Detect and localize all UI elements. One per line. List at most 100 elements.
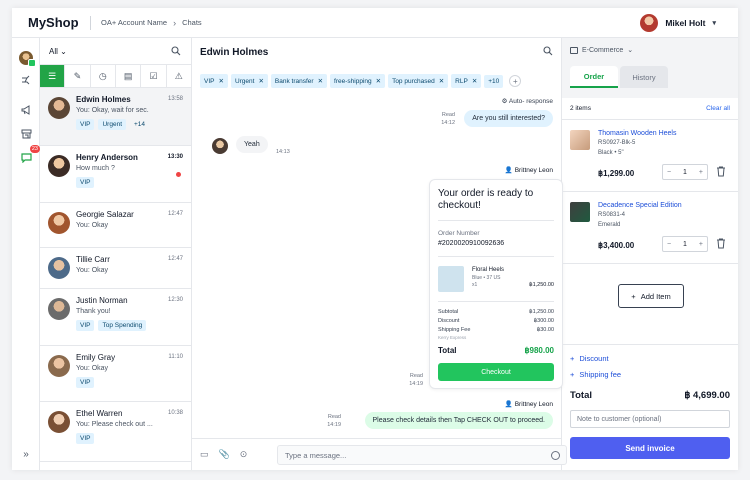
minus-icon[interactable]: − [667,169,671,176]
conversation-panel: Edwin Holmes VIP ✕ Urgent ✕ Bank transfer ✕… [192,38,567,470]
more-tags-chip[interactable]: +10 [484,74,504,88]
contact-name: Emily Gray [76,353,116,362]
read-receipt: Read 14:12 [441,111,455,127]
chat-bubble-icon[interactable]: ▭ [200,449,209,460]
account-avatar[interactable] [18,50,36,67]
clipboard-icon[interactable]: ▤ [116,65,142,87]
contact-name: Tillie Carr [76,255,110,264]
inbox-check-icon[interactable]: ☑ [141,65,167,87]
list-item[interactable]: Emily Gray You: Okay 11:10 VIP [40,346,191,402]
product-name[interactable]: Decadence Special Edition [598,202,682,209]
conversation-title: Edwin Holmes [200,47,269,58]
product-image [570,130,590,150]
chat-icon[interactable]: 23 [18,145,40,166]
conversation-tags: VIP ✕ Urgent ✕ Bank transfer ✕ free-shippin… [200,74,522,88]
search-icon[interactable] [171,46,181,56]
channel-label: E-Commerce [582,46,624,54]
message-preview: You: Okay [76,267,109,274]
avatar [48,298,70,320]
clock-icon[interactable]: ◷ [91,65,116,87]
edit-icon[interactable]: ✎ [65,65,91,87]
trash-icon[interactable] [716,238,726,249]
list-item[interactable]: Edwin Holmes You: Okay, wait for sec. 13… [40,88,191,146]
tag-chip: RLP ✕ [451,74,482,88]
chat-list-header: All ⌄ [40,38,191,64]
list-item[interactable]: Henry Anderson How much ? 13:30 VIP [40,146,191,203]
tag: VIP [76,320,95,331]
list-item[interactable]: Justin Norman Thank you! 12:30 VIP Top S… [40,289,191,346]
order-total: Total ฿980.00 [438,346,554,355]
filter-dropdown[interactable]: All ⌄ [49,47,67,56]
close-icon[interactable]: ✕ [218,77,223,85]
minus-icon[interactable]: − [667,241,671,248]
order-number-label: Order Number [438,230,480,237]
shuffle-icon[interactable] [18,72,34,88]
megaphone-icon[interactable] [18,102,34,118]
user-menu[interactable]: Mikel Holt ▾ [640,14,716,32]
tab-order[interactable]: Order [570,66,618,88]
list-item[interactable]: Ethel Warren You: Please check out ... 1… [40,402,191,462]
tag-chip: Top purchased ✕ [388,74,449,88]
search-icon[interactable] [543,46,553,56]
trash-icon[interactable] [716,166,726,177]
tag-chip: Bank transfer ✕ [270,74,328,88]
total-label: Total [438,346,457,355]
tag: Top Spending [98,320,147,331]
product-price: ฿3,400.00 [598,241,635,250]
message-time: 14:13 [276,149,290,155]
message-preview: Thank you! [76,308,111,315]
timestamp: 13:58 [167,96,183,102]
close-icon[interactable]: ✕ [318,77,323,85]
tag: VIP [76,177,95,188]
plus-icon[interactable]: + [699,169,703,176]
attachment-icon[interactable]: 📎 [219,449,230,460]
tab-history[interactable]: History [620,66,668,88]
plus-icon[interactable]: + [699,241,703,248]
list-item[interactable]: Tillie Carr You: Okay 12:47 [40,248,191,289]
close-icon[interactable]: ✕ [376,77,381,85]
checkout-button[interactable]: Checkout [438,363,554,381]
add-discount-link[interactable]: + Discount [570,354,609,363]
product-name[interactable]: Thomasin Wooden Heels [598,130,676,137]
auto-response-toggle[interactable]: ⚙ Auto- response [502,97,553,105]
store-icon[interactable] [18,126,34,142]
quantity-value[interactable]: 1 [683,241,687,248]
add-shipping-link[interactable]: + Shipping fee [570,370,621,379]
add-item-button[interactable]: + Add Item [618,284,684,308]
contact-name: Ethel Warren [76,409,123,418]
channel-dropdown[interactable]: E-Commerce ⌄ [570,46,633,54]
quantity-value[interactable]: 1 [683,169,687,176]
divider [438,256,554,257]
order-card-title: Your order is ready to checkout! [438,188,534,211]
location-icon[interactable]: ⊙ [240,449,248,460]
message-input[interactable]: Type a message... [277,445,567,465]
clear-all-link[interactable]: Clear all [706,105,730,112]
expand-icon[interactable]: » [18,446,34,462]
message-preview: You: Okay [76,365,109,372]
emoji-icon[interactable] [551,451,560,460]
product-variant: Emerald [598,222,621,228]
close-icon[interactable]: ✕ [439,77,444,85]
chevron-down-icon: ▾ [712,20,716,27]
list-icon[interactable]: ☰ [40,65,66,87]
send-invoice-button[interactable]: Send invoice [570,437,730,459]
app-window: MyShop OA+ Account Name › Chats Mikel Ho… [12,8,738,470]
close-icon[interactable]: ✕ [472,77,477,85]
divider [438,301,554,302]
add-item-label: Add Item [640,291,671,301]
total-label: Total [570,390,592,401]
contact-name: Edwin Holmes [76,95,131,104]
read-receipt: Read 14:19 [327,413,341,429]
warning-icon[interactable]: ⚠ [167,65,191,87]
list-item[interactable]: Georgie Salazar You: Okay 12:47 [40,203,191,248]
message-placeholder: Type a message... [285,450,347,460]
total-value: ฿ 4,699.00 [684,390,730,401]
tag: VIP [76,119,95,130]
note-input[interactable]: Note to customer (optional) [570,410,730,428]
agent-label: 👤 Brittney Leon [505,166,553,174]
add-tag-button[interactable]: + [509,75,522,87]
tag-label: VIP [204,77,215,85]
breadcrumb-account[interactable]: OA+ Account Name [101,18,167,27]
subtotal-label: Subtotal [438,309,459,315]
close-icon[interactable]: ✕ [258,77,263,85]
